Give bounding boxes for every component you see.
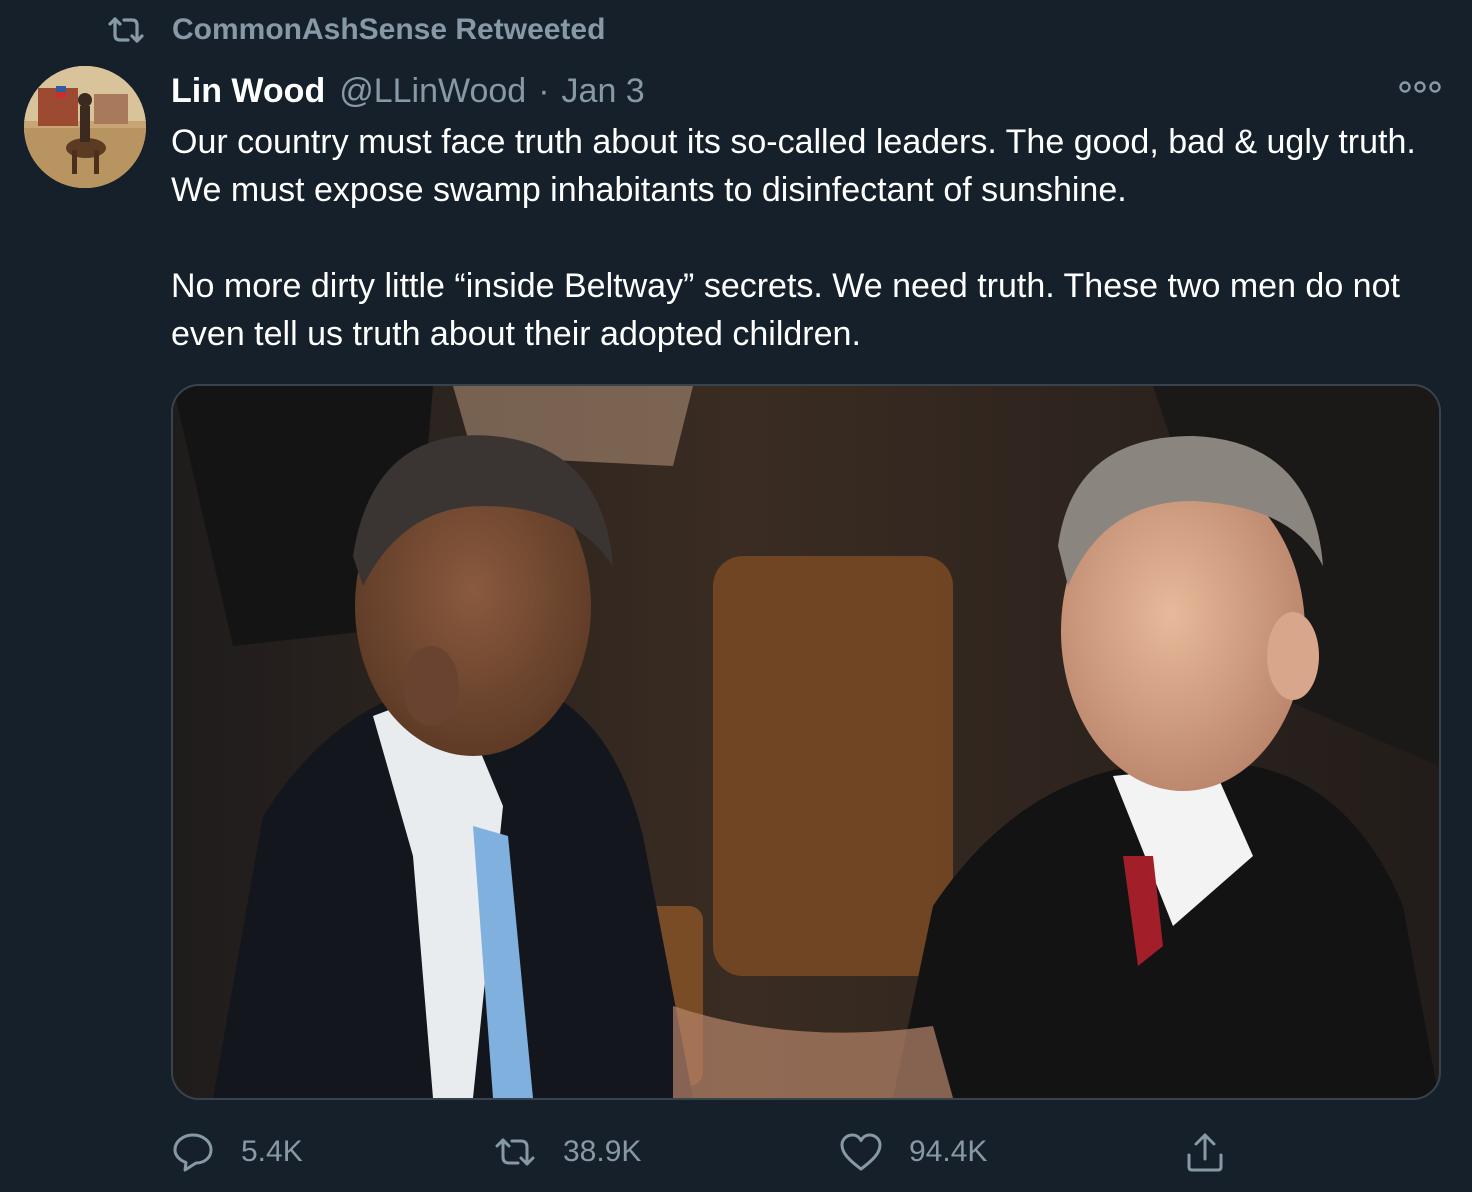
tweet-text: Our country must face truth about its so… <box>171 118 1441 358</box>
tweet-paragraph-1: Our country must face truth about its so… <box>171 123 1416 209</box>
tweet-date[interactable]: Jan 3 <box>562 72 645 111</box>
tweet-header: Lin Wood @LLinWood · Jan 3 <box>171 66 645 116</box>
retweet-context[interactable]: CommonAshSense Retweeted <box>104 10 605 50</box>
retweet-icon <box>493 1130 537 1174</box>
share-button[interactable] <box>1183 1124 1253 1180</box>
tweet-paragraph-2: No more dirty little “inside Beltway” se… <box>171 267 1400 353</box>
header-separator: · <box>538 71 550 110</box>
avatar[interactable] <box>24 66 146 188</box>
retweet-context-label: CommonAshSense Retweeted <box>172 13 606 46</box>
like-button[interactable]: 94.4K <box>839 1124 987 1180</box>
reply-button[interactable]: 5.4K <box>171 1124 303 1180</box>
more-options-icon <box>1398 80 1442 99</box>
author-display-name[interactable]: Lin Wood <box>171 72 325 111</box>
tweet-card[interactable]: CommonAshSense Retweeted Lin Wood @LLinW… <box>0 0 1472 1192</box>
heart-icon <box>839 1130 883 1174</box>
author-handle[interactable]: @LLinWood <box>339 72 526 111</box>
more-options-button[interactable] <box>1396 74 1444 104</box>
tweet-photo[interactable] <box>171 384 1441 1100</box>
reply-count: 5.4K <box>241 1135 303 1168</box>
retweet-icon <box>104 10 148 50</box>
retweet-button[interactable]: 38.9K <box>493 1124 641 1180</box>
tweet-actions: 5.4K 38.9K 94.4K <box>171 1124 1441 1180</box>
like-count: 94.4K <box>909 1135 988 1168</box>
reply-icon <box>171 1130 215 1174</box>
retweet-count: 38.9K <box>563 1135 642 1168</box>
share-icon <box>1183 1130 1227 1174</box>
